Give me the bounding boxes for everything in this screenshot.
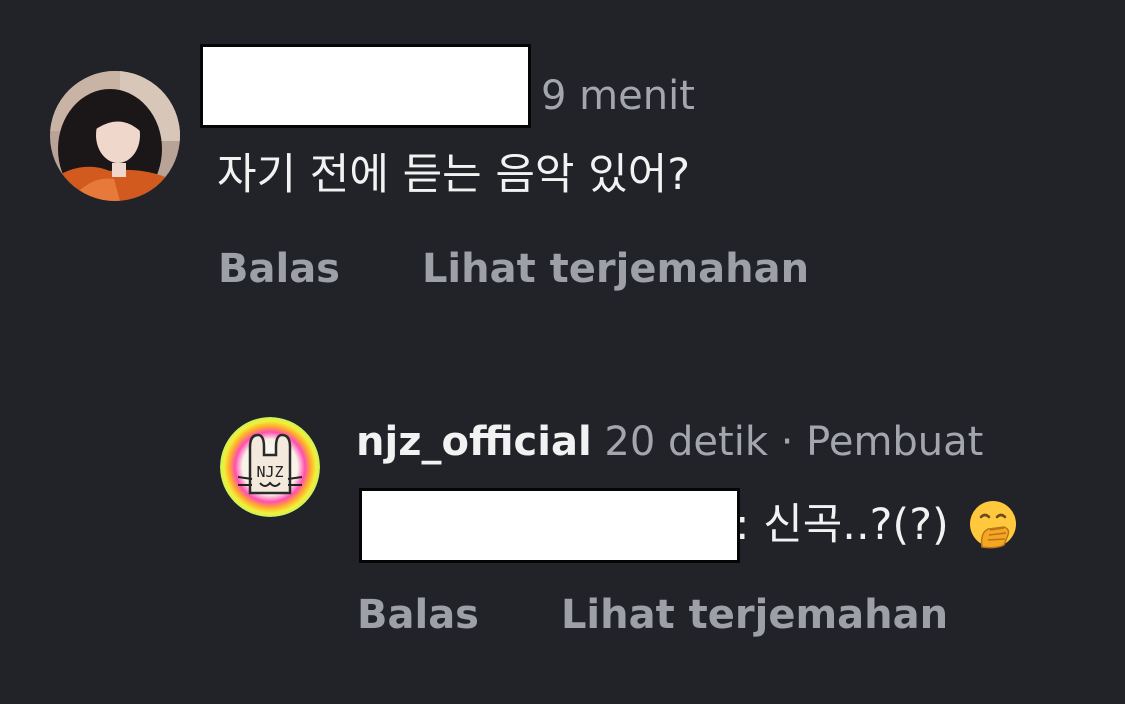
comment-timestamp: 9 menit (541, 73, 695, 119)
translate-button[interactable]: Lihat terjemahan (422, 246, 809, 292)
reply-button[interactable]: Balas (218, 246, 340, 292)
redacted-text (359, 488, 740, 563)
reply-timestamp: 20 detik (604, 419, 768, 465)
njz-logo-icon: NJZ (220, 417, 320, 517)
commenter-avatar[interactable] (50, 71, 180, 201)
reply-username[interactable]: njz_official (356, 419, 592, 465)
redacted-username (200, 44, 531, 128)
reply-text: : 신곡..?(?) (735, 499, 1018, 551)
comment-actions: Balas Lihat terjemahan (218, 245, 809, 293)
creator-badge: Pembuat (806, 419, 984, 465)
comment-text: 자기 전에 듣는 음악 있어? (217, 150, 691, 200)
svg-text:NJZ: NJZ (256, 463, 283, 481)
translate-button[interactable]: Lihat terjemahan (561, 592, 948, 638)
meta-separator: · (780, 419, 794, 465)
reply-header: njz_official 20 detik · Pembuat (356, 418, 983, 466)
face-with-hand-over-mouth-icon (970, 500, 1017, 548)
reply-text-content: : 신곡..?(?) (735, 500, 949, 550)
njz-avatar[interactable]: NJZ (220, 417, 320, 517)
reply-actions: Balas Lihat terjemahan (357, 591, 948, 639)
profile-photo (50, 71, 180, 201)
reply-button[interactable]: Balas (357, 592, 479, 638)
